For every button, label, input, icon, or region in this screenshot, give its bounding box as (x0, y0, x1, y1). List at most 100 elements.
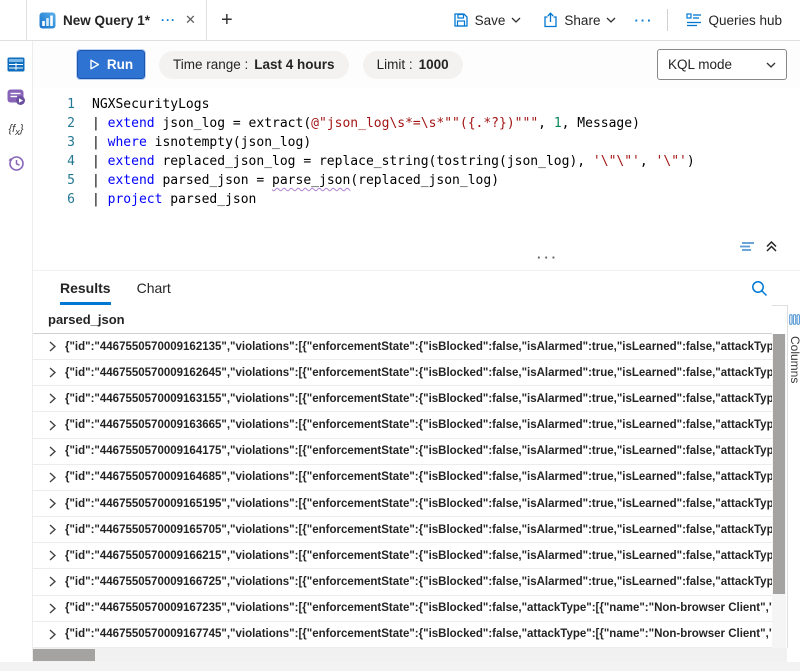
pane-resize-handle[interactable]: ··· (537, 250, 559, 265)
code-token: @"json_log\s*=\s*""({.*?})""" (311, 114, 538, 133)
columns-panel-label: Columns (788, 336, 800, 383)
code-token: | (92, 152, 108, 171)
time-range-value: Last 4 hours (254, 57, 334, 72)
table-row[interactable]: {"id":"4467550570009166725","violations"… (33, 569, 772, 595)
code-token: parse_json (272, 171, 350, 190)
vertical-scrollbar-thumb[interactable] (773, 334, 785, 594)
query-history-icon[interactable] (6, 153, 26, 173)
expand-row-chevron-icon[interactable] (49, 603, 56, 614)
share-button[interactable]: Share (535, 8, 624, 32)
format-query-icon[interactable] (739, 241, 755, 253)
editor-lines: 1NGXSecurityLogs2| extend json_log = ext… (33, 95, 800, 209)
table-row[interactable]: {"id":"4467550570009167235","violations"… (33, 596, 772, 622)
saved-queries-icon[interactable] (6, 87, 26, 107)
code-token: json_log = extract( (155, 114, 312, 133)
table-row[interactable]: {"id":"4467550570009162645","violations"… (33, 360, 772, 386)
row-json-value: {"id":"4467550570009167745","violations"… (65, 628, 772, 640)
expand-row-chevron-icon[interactable] (49, 393, 56, 404)
expand-row-chevron-icon[interactable] (49, 367, 56, 378)
line-number: 3 (33, 133, 92, 152)
query-mode-select[interactable]: KQL mode (657, 49, 787, 80)
row-json-value: {"id":"4467550570009162645","violations"… (65, 367, 772, 379)
table-row[interactable]: {"id":"4467550570009162135","violations"… (33, 334, 772, 360)
limit-picker[interactable]: Limit : 1000 (363, 51, 463, 79)
limit-label: Limit : (377, 57, 413, 72)
expand-row-chevron-icon[interactable] (49, 341, 56, 352)
expand-row-chevron-icon[interactable] (49, 446, 56, 457)
code-token: where (108, 133, 147, 152)
code-line: 3| where isnotempty(json_log) (33, 133, 800, 152)
tab-more-menu[interactable]: ··· (161, 13, 176, 27)
row-json-value: {"id":"4467550570009163665","violations"… (65, 419, 772, 431)
table-row[interactable]: {"id":"4467550570009164685","violations"… (33, 465, 772, 491)
play-icon (89, 59, 100, 70)
queries-hub-button[interactable]: Queries hub (678, 9, 790, 32)
code-line: 1NGXSecurityLogs (33, 95, 800, 114)
expand-row-chevron-icon[interactable] (49, 576, 56, 587)
search-results-icon[interactable] (751, 280, 768, 297)
table-row[interactable]: {"id":"4467550570009165195","violations"… (33, 491, 772, 517)
expand-row-chevron-icon[interactable] (49, 420, 56, 431)
horizontal-scrollbar-thumb[interactable] (33, 649, 95, 661)
horizontal-scrollbar[interactable] (33, 648, 787, 662)
row-json-value: {"id":"4467550570009167235","violations"… (65, 602, 772, 614)
table-row[interactable]: {"id":"4467550570009164175","violations"… (33, 439, 772, 465)
columns-panel-tab[interactable]: Columns (787, 305, 800, 648)
row-json-value: {"id":"4467550570009165705","violations"… (65, 524, 772, 536)
code-token: | (92, 171, 108, 190)
more-actions-button[interactable]: ··· (630, 13, 657, 28)
expand-row-chevron-icon[interactable] (49, 550, 56, 561)
line-number: 1 (33, 95, 92, 114)
vertical-scrollbar[interactable] (772, 334, 786, 648)
line-number: 5 (33, 171, 92, 190)
row-json-value: {"id":"4467550570009165195","violations"… (65, 498, 772, 510)
code-token: parsed_json (162, 190, 256, 209)
expand-row-chevron-icon[interactable] (49, 472, 56, 483)
query-toolbar: Run Time range : Last 4 hours Limit : 10… (33, 41, 800, 88)
table-row[interactable]: {"id":"4467550570009163665","violations"… (33, 412, 772, 438)
query-tab[interactable]: New Query 1* ··· ✕ (26, 0, 207, 40)
line-number: 2 (33, 114, 92, 133)
code-line: 2| extend json_log = extract(@"json_log\… (33, 114, 800, 133)
expand-row-chevron-icon[interactable] (49, 498, 56, 509)
limit-value: 1000 (419, 57, 449, 72)
functions-icon[interactable]: {fx} (6, 120, 26, 140)
code-token: extend (108, 152, 155, 171)
run-label: Run (107, 57, 133, 72)
code-token: project (108, 190, 163, 209)
save-button[interactable]: Save (445, 8, 530, 32)
new-tab-button[interactable]: + (221, 10, 233, 30)
share-chevron-down-icon (606, 17, 616, 23)
time-range-picker[interactable]: Time range : Last 4 hours (159, 51, 349, 79)
code-token: | (92, 133, 108, 152)
query-editor[interactable]: 1NGXSecurityLogs2| extend json_log = ext… (33, 88, 800, 238)
run-button[interactable]: Run (77, 50, 145, 79)
editor-corner-actions (739, 240, 778, 253)
row-json-value: {"id":"4467550570009166215","violations"… (65, 550, 772, 562)
table-row[interactable]: {"id":"4467550570009167745","violations"… (33, 622, 772, 648)
table-row[interactable]: {"id":"4467550570009163155","violations"… (33, 386, 772, 412)
expand-row-chevron-icon[interactable] (49, 524, 56, 535)
code-token: 1 (554, 114, 562, 133)
column-header-parsed-json[interactable]: parsed_json (33, 305, 772, 334)
code-token: | (92, 190, 108, 209)
query-mode-value: KQL mode (668, 57, 732, 72)
tab-results[interactable]: Results (60, 271, 111, 305)
share-label: Share (564, 13, 600, 28)
tab-close-icon[interactable]: ✕ (185, 12, 196, 28)
bottom-edge (0, 662, 800, 671)
expand-row-chevron-icon[interactable] (49, 629, 56, 640)
tab-chart[interactable]: Chart (137, 271, 171, 305)
kql-query-icon (39, 12, 56, 29)
row-json-value: {"id":"4467550570009162135","violations"… (65, 341, 772, 353)
save-chevron-down-icon (511, 17, 521, 23)
results-grid: {"id":"4467550570009162135","violations"… (33, 334, 772, 648)
table-row[interactable]: {"id":"4467550570009165705","violations"… (33, 517, 772, 543)
row-json-value: {"id":"4467550570009164685","violations"… (65, 471, 772, 483)
table-row[interactable]: {"id":"4467550570009166215","violations"… (33, 543, 772, 569)
code-token: parsed_json = (155, 171, 272, 190)
share-icon (543, 12, 558, 28)
data-tables-icon[interactable] (6, 54, 26, 74)
code-token: extend (108, 171, 155, 190)
collapse-editor-icon[interactable] (765, 240, 778, 253)
